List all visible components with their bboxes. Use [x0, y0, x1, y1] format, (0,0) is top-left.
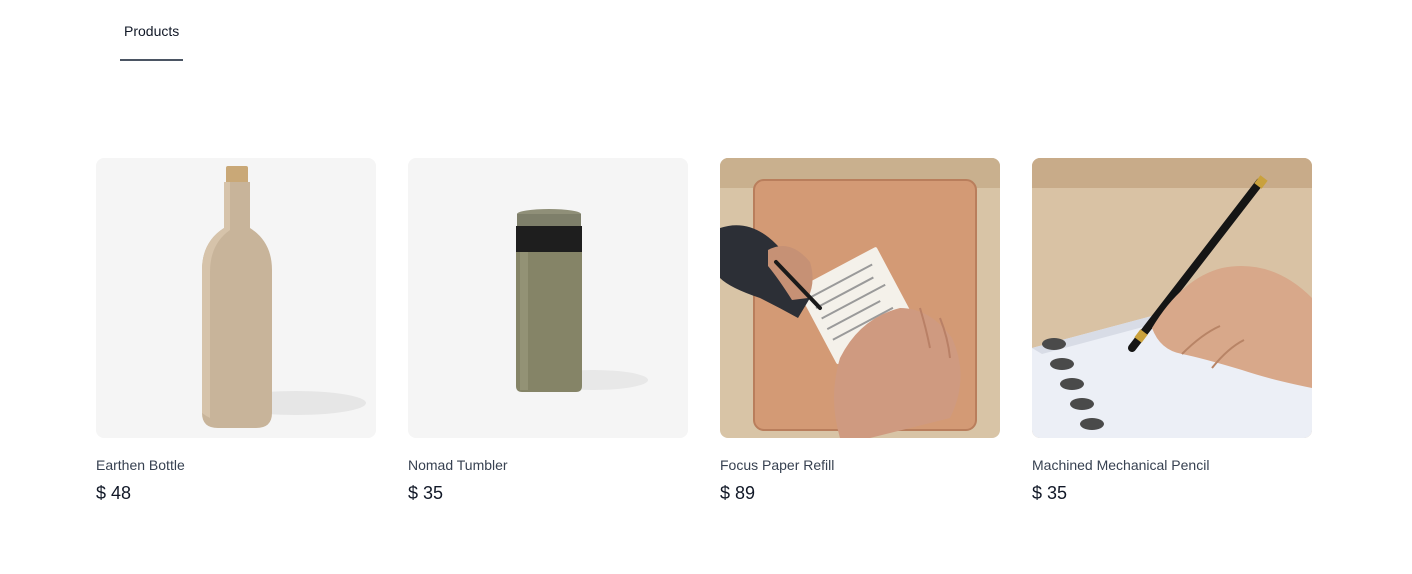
- tab-products-label: Products: [124, 23, 180, 39]
- product-price: $ 48: [96, 483, 132, 503]
- product-name: Nomad Tumbler: [408, 457, 508, 473]
- tab-bar: Products: [120, 0, 184, 62]
- product-price: $ 35: [1032, 483, 1068, 503]
- product-name: Earthen Bottle: [96, 457, 185, 473]
- tumbler-image[interactable]: [408, 158, 688, 438]
- product-card-earthen-bottle[interactable]: Earthen Bottle $ 48: [96, 158, 376, 503]
- tab-products[interactable]: Products: [120, 0, 184, 61]
- product-card-focus-paper-refill[interactable]: Focus Paper Refill $ 89: [720, 158, 1000, 503]
- product-card-machined-mechanical-pencil[interactable]: Machined Mechanical Pencil $ 35: [1032, 158, 1312, 503]
- bottle-image[interactable]: [96, 158, 376, 438]
- product-card-nomad-tumbler[interactable]: Nomad Tumbler $ 35: [408, 158, 688, 503]
- product-grid: Earthen Bottle $ 48 Nomad Tumbler $ 35 F…: [96, 158, 1312, 503]
- paper-refill-image[interactable]: [720, 158, 1000, 438]
- product-name: Machined Mechanical Pencil: [1032, 457, 1210, 473]
- product-name: Focus Paper Refill: [720, 457, 835, 473]
- pencil-image[interactable]: [1032, 158, 1312, 438]
- product-price: $ 35: [408, 483, 444, 503]
- product-price: $ 89: [720, 483, 756, 503]
